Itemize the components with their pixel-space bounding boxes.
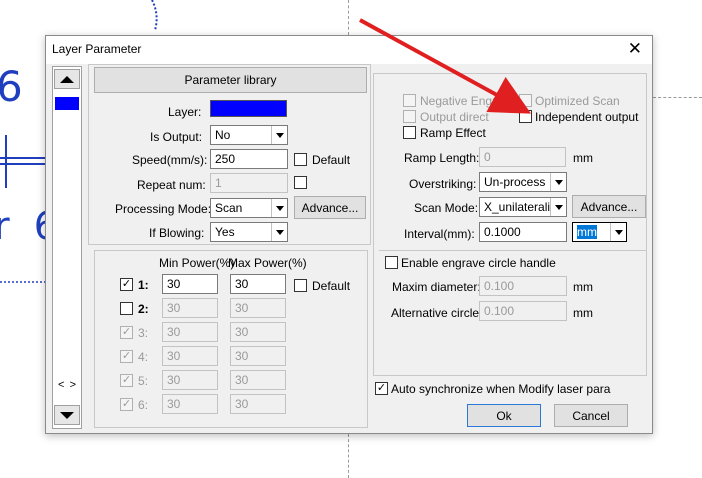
annotation-arrow <box>359 18 532 114</box>
